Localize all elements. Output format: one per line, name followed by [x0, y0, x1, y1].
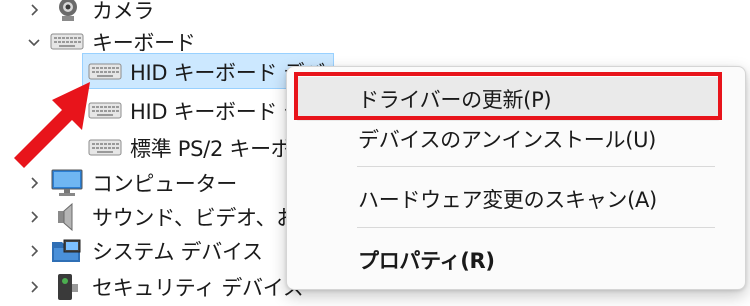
chevron-right-icon[interactable] [22, 239, 46, 263]
menu-separator [357, 166, 715, 167]
tree-item-security-devices[interactable]: セキュリティ デバイス [22, 270, 304, 304]
tree-item-label: システム デバイス [92, 240, 263, 264]
chevron-down-icon[interactable] [22, 30, 46, 54]
menu-item-label: デバイスのアンインストール(U) [358, 128, 657, 152]
menu-item-label: プロパティ(R) [358, 249, 495, 273]
menu-item-properties[interactable]: プロパティ(R) [295, 238, 721, 282]
menu-separator [357, 227, 715, 228]
tree-item-label: カメラ [92, 0, 155, 23]
highlight-box [294, 72, 722, 120]
tree-item-ps2-keyboard[interactable]: 標準 PS/2 キーボー [88, 131, 312, 165]
chevron-right-icon[interactable] [22, 0, 46, 22]
menu-item-uninstall-device[interactable]: デバイスのアンインストール(U) [295, 117, 721, 161]
tree-item-camera[interactable]: カメラ [22, 0, 154, 27]
menu-item-label: ハードウェア変更のスキャン(A) [358, 188, 657, 212]
chevron-right-icon[interactable] [22, 205, 46, 229]
tree-item-label: セキュリティ デバイス [92, 276, 304, 300]
red-arrow-icon [14, 82, 90, 168]
menu-item-scan-hardware[interactable]: ハードウェア変更のスキャン(A) [295, 177, 721, 221]
tree-item-label: 標準 PS/2 キーボー [130, 137, 313, 161]
speaker-icon [54, 202, 86, 232]
camera-icon [52, 0, 84, 24]
chevron-right-icon[interactable] [22, 275, 46, 299]
tree-item-system-devices[interactable]: システム デバイス [22, 234, 263, 268]
tree-item-label: コンピューター [92, 172, 237, 196]
keyboard-icon [50, 31, 84, 59]
security-key-icon [52, 272, 84, 300]
system-folder-icon [50, 236, 82, 264]
